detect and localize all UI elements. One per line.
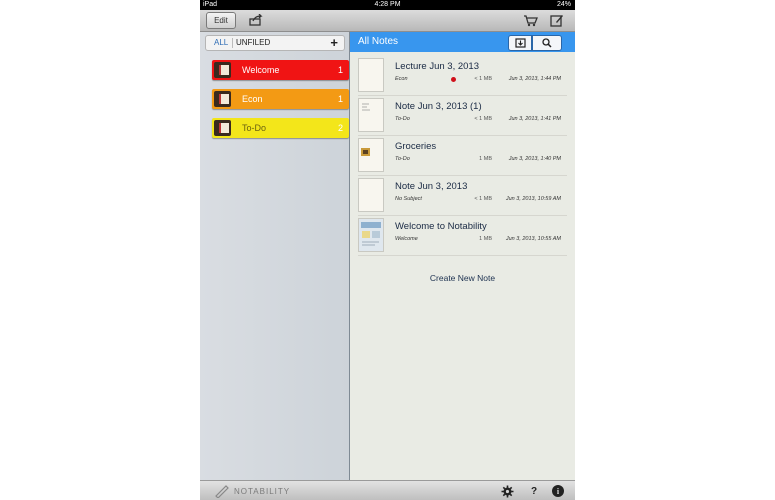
note-subject: To-Do <box>395 156 410 162</box>
note-size: < 1 MB <box>474 76 492 82</box>
filter-divider <box>232 38 233 48</box>
note-row[interactable]: Lecture Jun 3, 2013 Econ < 1 MB Jun 3, 2… <box>350 56 575 96</box>
note-date: Jun 3, 2013, 1:44 PM <box>508 76 561 82</box>
note-subject: No Subject <box>395 196 422 202</box>
note-title: Groceries <box>395 141 437 152</box>
note-thumbnail <box>358 98 384 132</box>
note-date: Jun 3, 2013, 10:59 AM <box>505 196 561 202</box>
info-icon[interactable]: i <box>552 485 564 497</box>
subject-count: 2 <box>337 123 343 133</box>
help-icon[interactable]: ? <box>527 484 541 498</box>
sort-icon[interactable] <box>508 35 532 51</box>
note-title: Lecture Jun 3, 2013 <box>395 61 479 72</box>
notebook-icon <box>214 91 231 107</box>
note-date: Jun 3, 2013, 1:40 PM <box>508 156 561 162</box>
add-subject-icon[interactable]: + <box>330 36 338 50</box>
subjects-sidebar: ALL UNFILED + Welcome 1 Econ 1 To-Do 2 <box>200 32 350 480</box>
brand-name: NOTABILITY <box>234 486 291 496</box>
note-title: Note Jun 3, 2013 <box>395 181 468 192</box>
compose-icon[interactable] <box>549 13 565 27</box>
subject-name: Welcome <box>242 65 280 75</box>
subject-item-welcome[interactable]: Welcome 1 <box>212 60 349 80</box>
subject-item-todo[interactable]: To-Do 2 <box>212 118 349 138</box>
status-bar: iPad 4:28 PM 24% <box>200 0 575 10</box>
subject-count: 1 <box>337 94 343 104</box>
filter-unfiled-tab[interactable]: UNFILED <box>236 36 270 50</box>
note-title: Welcome to Notability <box>395 221 487 232</box>
note-row[interactable]: Note Jun 3, 2013 No Subject < 1 MB Jun 3… <box>350 176 575 216</box>
cart-icon[interactable] <box>522 13 538 27</box>
recording-icon <box>451 77 456 82</box>
note-size: 1 MB <box>479 236 492 242</box>
ipad-screen: iPad 4:28 PM 24% Edit ALL UNFILED + Welc… <box>200 0 575 500</box>
create-new-note-button[interactable]: Create New Note <box>350 273 575 283</box>
subject-count: 1 <box>337 65 343 75</box>
note-thumbnail <box>358 58 384 92</box>
subject-name: To-Do <box>242 123 267 133</box>
notebook-icon <box>214 62 231 78</box>
subject-item-econ[interactable]: Econ 1 <box>212 89 349 109</box>
subject-name: Econ <box>242 94 263 104</box>
note-size: < 1 MB <box>474 196 492 202</box>
note-row[interactable]: Note Jun 3, 2013 (1) To-Do < 1 MB Jun 3,… <box>350 96 575 136</box>
bottom-bar: NOTABILITY ? i <box>200 480 575 500</box>
search-icon[interactable] <box>532 35 562 51</box>
note-thumbnail <box>358 178 384 212</box>
note-thumbnail <box>358 218 384 252</box>
top-toolbar: Edit <box>200 10 575 32</box>
note-subject: To-Do <box>395 116 410 122</box>
note-date: Jun 3, 2013, 10:55 AM <box>505 236 561 242</box>
notes-header: All Notes <box>350 32 575 52</box>
note-thumbnail <box>358 138 384 172</box>
status-time: 4:28 PM <box>374 1 401 8</box>
note-size: 1 MB <box>479 156 492 162</box>
notes-panel: All Notes Lecture Jun 3, 2013 Econ < 1 M… <box>350 32 575 480</box>
share-icon[interactable] <box>248 13 264 27</box>
note-title: Note Jun 3, 2013 (1) <box>395 101 482 112</box>
note-row[interactable]: Groceries To-Do 1 MB Jun 3, 2013, 1:40 P… <box>350 136 575 176</box>
notes-panel-title: All Notes <box>358 36 399 47</box>
note-date: Jun 3, 2013, 1:41 PM <box>508 116 561 122</box>
note-row[interactable]: Welcome to Notability Welcome 1 MB Jun 3… <box>350 216 575 256</box>
note-size: < 1 MB <box>474 116 492 122</box>
brand-logo: NOTABILITY <box>214 484 290 498</box>
battery-level: 24% <box>556 1 571 8</box>
pencil-icon <box>215 485 229 498</box>
settings-gear-icon[interactable] <box>500 484 514 498</box>
edit-button[interactable]: Edit <box>206 12 236 29</box>
note-subject: Welcome <box>395 236 418 242</box>
notebook-icon <box>214 120 231 136</box>
filter-bar: ALL UNFILED + <box>205 35 345 51</box>
note-subject: Econ <box>395 76 408 82</box>
filter-all-tab[interactable]: ALL <box>214 36 228 50</box>
